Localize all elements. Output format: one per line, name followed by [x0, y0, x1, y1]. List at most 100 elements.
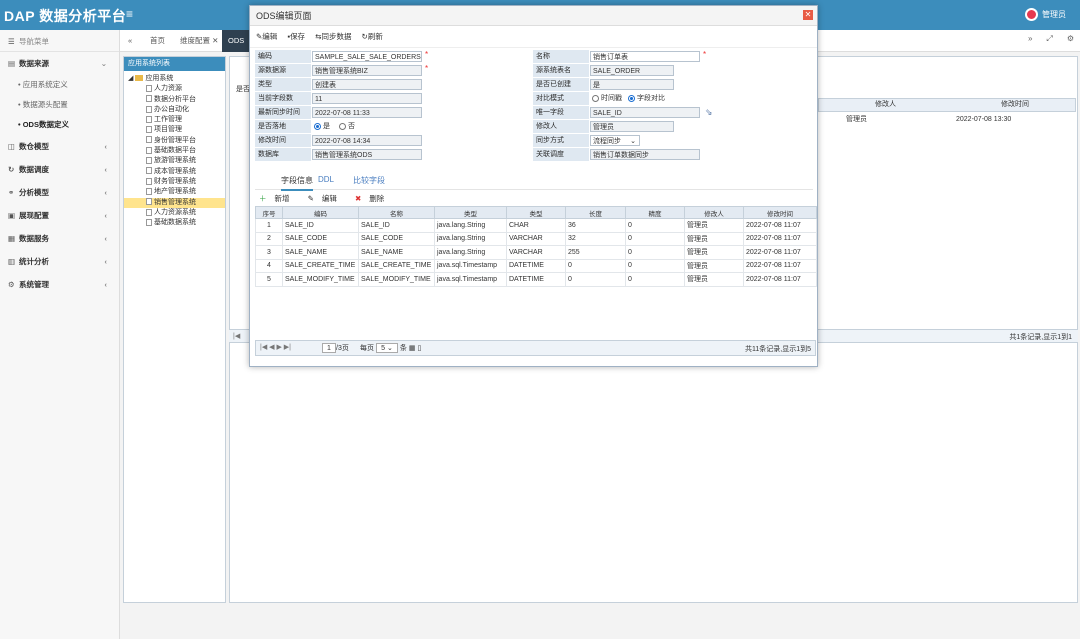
- export-icon[interactable]: ▦: [409, 345, 416, 352]
- sidebar-item-analysis-model[interactable]: ⚭ 分析模型 ‹: [0, 181, 119, 204]
- syncmode-select[interactable]: 流程同步 ⌄: [590, 135, 640, 146]
- sidebar-item-statistics[interactable]: ▥ 统计分析 ‹: [0, 250, 119, 273]
- required-mark: *: [425, 64, 429, 73]
- column-header[interactable]: 序号: [255, 206, 283, 219]
- tree-node-root[interactable]: ◢ 应用系统: [124, 74, 225, 84]
- chevron-left-icon: ‹: [104, 211, 108, 220]
- landed-yes-radio[interactable]: 是: [314, 120, 330, 133]
- sidebar-item-system[interactable]: ⚙ 系统管理 ‹: [0, 273, 119, 296]
- tree-node[interactable]: 人力资源系统: [124, 208, 225, 218]
- table-row[interactable]: 3 SALE_NAME SALE_NAME java.lang.String VARCH…: [255, 245, 817, 260]
- sidebar-item-display[interactable]: ▣ 展现配置 ‹: [0, 204, 119, 227]
- table-cell: 2022-07-08 11:07: [743, 245, 817, 260]
- table-cell: java.lang.String: [434, 218, 507, 233]
- pager-nav-icons[interactable]: |◀ ◀ ▶ ▶|: [260, 343, 291, 351]
- tree-node[interactable]: 财务管理系统: [124, 177, 225, 187]
- fullscreen-icon[interactable]: ⤢: [1046, 34, 1052, 43]
- avatar[interactable]: [1025, 8, 1038, 21]
- column-header[interactable]: 修改时间: [743, 206, 817, 219]
- lastsync-field[interactable]: 2022-07-08 11:33: [312, 107, 422, 118]
- compare-field-radio[interactable]: 字段对比: [628, 92, 665, 105]
- tree-node[interactable]: 地产管理系统: [124, 187, 225, 197]
- uniq-field[interactable]: SALE_ID: [590, 107, 700, 118]
- name-field[interactable]: 销售订单表: [590, 51, 700, 62]
- sync-data-button[interactable]: ⇆同步数据: [315, 32, 351, 41]
- sidebar-item-schedule[interactable]: ↻ 数据调度 ‹: [0, 158, 119, 181]
- file-icon[interactable]: ▯: [417, 345, 421, 352]
- first-page-icon[interactable]: |◀: [233, 332, 240, 340]
- tree-node[interactable]: 办公自动化: [124, 105, 225, 115]
- sidebar-item-data-service[interactable]: ▦ 数据服务 ‹: [0, 227, 119, 250]
- field-pager: |◀ ◀ ▶ ▶| 1/3页 每页 5 ⌄ 条 ▦ ▯ 共11条记录,显示1到5: [255, 340, 816, 356]
- table-row[interactable]: 1 SALE_ID SALE_ID java.lang.String CHAR 36 0 管理…: [255, 218, 817, 233]
- forward-icon[interactable]: »: [1028, 34, 1032, 43]
- sidebar-item-data-source[interactable]: ▤ 数据来源 ⌄: [0, 52, 119, 75]
- gear-icon[interactable]: ⚙: [1067, 34, 1074, 43]
- tree-node[interactable]: 身份管理平台: [124, 136, 225, 146]
- source-field[interactable]: 销售管理系统BIZ: [312, 65, 422, 76]
- tree-node[interactable]: 成本管理系统: [124, 167, 225, 177]
- table-row[interactable]: 5 SALE_MODIFY_TIME SALE_MODIFY_TIME java.sq…: [255, 272, 817, 287]
- delete-button[interactable]: ✖ 删除: [355, 194, 392, 203]
- tree-node[interactable]: 工作管理: [124, 115, 225, 125]
- column-header[interactable]: 类型: [506, 206, 566, 219]
- column-header[interactable]: 编码: [282, 206, 359, 219]
- col-modifier[interactable]: 修改人: [875, 99, 896, 111]
- tree-node[interactable]: 人力资源: [124, 84, 225, 94]
- tree-node[interactable]: 旅游管理系统: [124, 156, 225, 166]
- page-input[interactable]: 1: [322, 343, 336, 353]
- type-field[interactable]: 创建表: [312, 79, 422, 90]
- created-field[interactable]: 是: [590, 79, 674, 90]
- tree-node[interactable]: 销售管理系统: [124, 197, 225, 208]
- col-modtime[interactable]: 修改时间: [1001, 99, 1029, 111]
- page-size-select[interactable]: 5 ⌄: [375, 343, 398, 353]
- job-field[interactable]: 销售订单数据同步: [590, 149, 700, 160]
- column-header[interactable]: 长度: [565, 206, 626, 219]
- pick-field-icon[interactable]: ⇘: [705, 107, 713, 118]
- menu-toggle-icon[interactable]: ≡: [126, 7, 133, 21]
- refresh-button[interactable]: ↻刷新: [362, 32, 383, 41]
- tree-node[interactable]: 基础数据平台: [124, 146, 225, 156]
- tab-compare[interactable]: 比较字段: [353, 175, 385, 186]
- tab-dimension[interactable]: 维度配置 ✕: [180, 30, 218, 52]
- src-table-field[interactable]: SALE_ORDER: [590, 65, 674, 76]
- table-cell: 0: [625, 218, 685, 233]
- compare-time-radio[interactable]: 时间戳: [592, 92, 622, 105]
- table-row[interactable]: 2 SALE_CODE SALE_CODE java.lang.String VARCH…: [255, 231, 817, 246]
- sidebar-sub-source-config[interactable]: • 数据源头配置: [0, 95, 119, 115]
- count-field[interactable]: 11: [312, 93, 422, 104]
- tree-node[interactable]: 数据分析平台: [124, 95, 225, 105]
- expand-icon[interactable]: ◢: [128, 75, 133, 82]
- table-row[interactable]: 4 SALE_CREATE_TIME SALE_CREATE_TIME java.sq…: [255, 258, 817, 273]
- column-header[interactable]: 修改人: [684, 206, 744, 219]
- close-icon[interactable]: ✕: [803, 10, 813, 20]
- modtime-field[interactable]: 2022-07-08 14:34: [312, 135, 422, 146]
- ods-edit-dialog: ODS编辑页面 ✕ ✎编辑 ▪保存 ⇆同步数据 ↻刷新 编码 SAMPLE_SA…: [249, 5, 818, 367]
- column-header[interactable]: 名称: [358, 206, 435, 219]
- column-header[interactable]: 类型: [434, 206, 507, 219]
- sidebar-sub-ods-def[interactable]: • ODS数据定义: [0, 115, 119, 135]
- modifier-field[interactable]: 管理员: [590, 121, 674, 132]
- sidebar-item-warehouse[interactable]: ◫ 数仓模型 ‹: [0, 135, 119, 158]
- table-row[interactable]: 管理员 2022-07-08 13:30: [818, 114, 1076, 128]
- edit-field-button[interactable]: ✎ 编辑: [308, 194, 345, 203]
- column-header[interactable]: 精度: [625, 206, 685, 219]
- sidebar-sub-app-def[interactable]: • 应用系统定义: [0, 75, 119, 95]
- tab-back-icon[interactable]: «: [128, 30, 132, 52]
- landed-no-radio[interactable]: 否: [339, 120, 355, 133]
- tree-node[interactable]: 项目管理: [124, 125, 225, 135]
- tab-ods[interactable]: ODS: [222, 30, 251, 52]
- tab-ddl[interactable]: DDL: [318, 175, 334, 184]
- code-field[interactable]: SAMPLE_SALE_SALE_ORDERS: [312, 51, 422, 62]
- close-icon[interactable]: ✕: [212, 36, 218, 45]
- save-button[interactable]: ▪保存: [287, 32, 305, 41]
- user-name[interactable]: 管理员: [1042, 9, 1066, 20]
- tab-home[interactable]: 首页: [150, 30, 165, 52]
- add-button[interactable]: ＋ 新增: [259, 194, 298, 203]
- radio-icon: [592, 94, 599, 102]
- edit-button[interactable]: ✎编辑: [256, 32, 277, 41]
- sidebar-item-label: 统计分析: [19, 257, 49, 266]
- tab-fields[interactable]: 字段信息: [281, 175, 313, 191]
- db-field[interactable]: 销售管理系统ODS: [312, 149, 422, 160]
- tree-node[interactable]: 基础数据系统: [124, 218, 225, 228]
